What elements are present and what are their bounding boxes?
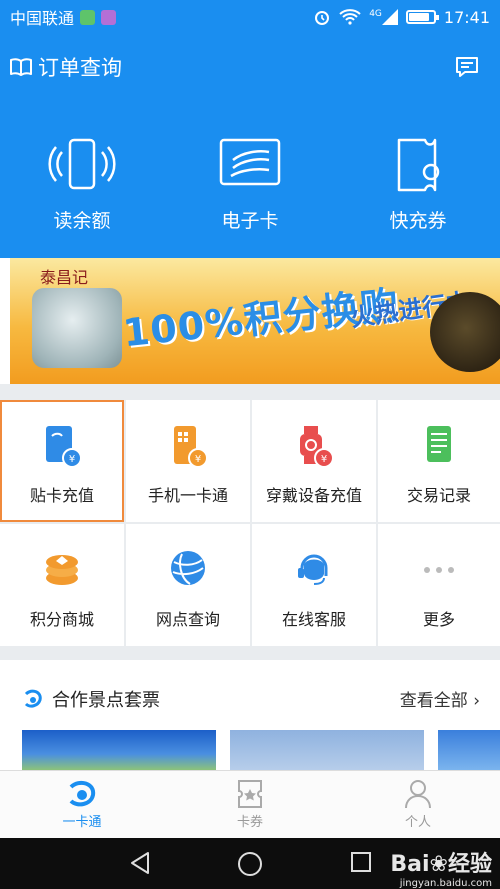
tile-transaction-record-label: 交易记录 (406, 486, 471, 505)
tile-more-label: 更多 (422, 610, 455, 629)
more-icon (424, 567, 454, 573)
quick-read-balance[interactable]: 读余额 (12, 138, 152, 233)
tile-more[interactable]: 更多 (378, 524, 500, 646)
quick-ticket-label: 快充券 (389, 210, 447, 232)
carrier-label: 中国联通 (10, 9, 75, 28)
person-icon (405, 780, 431, 809)
coupon-icon (238, 780, 262, 808)
baidu-watermark: Bai❀经验 jingyan.baidu.com (390, 846, 492, 889)
tile-online-support[interactable]: 在线客服 (252, 524, 376, 646)
banner-brand: 泰昌记 (40, 268, 89, 287)
image-notification-icon (101, 9, 117, 25)
promo-banner[interactable]: 泰昌记 100%积分换购 火热进行中 (10, 258, 500, 384)
phone-card-icon: ¥ (174, 426, 208, 468)
sim-icon (80, 9, 96, 25)
points-mall-icon (46, 555, 78, 585)
globe-icon (171, 551, 205, 585)
app-root: 中国联通 4G 17:41 订单查询 读余额 电子卡 快充券 泰昌记 100%积… (0, 0, 500, 889)
bottom-tab-bar: 一卡通 卡券 个人 (0, 770, 500, 838)
status-bar: 中国联通 4G 17:41 (0, 0, 500, 34)
message-button[interactable] (454, 54, 480, 84)
tile-outlet-query[interactable]: 网点查询 (126, 524, 250, 646)
tile-wearable[interactable]: ¥ 穿戴设备充值 (252, 400, 376, 522)
view-all-label: 查看全部 (399, 691, 468, 711)
tile-card-recharge-label: 贴卡充值 (29, 486, 94, 505)
quick-ecard[interactable]: 电子卡 (180, 138, 320, 233)
tile-online-support-label: 在线客服 (281, 610, 346, 629)
card-recharge-icon: ¥ (46, 426, 82, 468)
feature-grid: ¥ 贴卡充值 ¥ 手机一卡通 ¥ 穿戴设备充值 交易记录 积分商城 网点查询 在… (0, 384, 500, 660)
wifi-icon (339, 9, 361, 25)
section-title-label: 合作景点套票 (52, 690, 160, 711)
banner-tea-cake-image (430, 292, 500, 372)
section-title: 合作景点套票 (22, 686, 160, 712)
signal-icon (381, 9, 398, 25)
scenic-thumb[interactable] (230, 730, 424, 770)
tile-phone-card-label: 手机一卡通 (147, 486, 228, 505)
scenic-thumb[interactable] (22, 730, 216, 770)
support-icon (298, 554, 328, 585)
tile-wearable-label: 穿戴设备充值 (265, 486, 362, 505)
banner-plate-image (32, 288, 122, 368)
svg-text:¥: ¥ (321, 454, 327, 465)
svg-text:¥: ¥ (69, 454, 75, 465)
quick-read-balance-label: 读余额 (53, 210, 111, 232)
scenic-tickets-section: 合作景点套票 查看全部 › (0, 672, 500, 770)
tab-personal[interactable]: 个人 (358, 779, 478, 830)
tile-phone-card[interactable]: ¥ 手机一卡通 (126, 400, 250, 522)
tab-personal-label: 个人 (404, 815, 431, 830)
ecard-icon (219, 138, 281, 186)
header: 订单查询 读余额 电子卡 快充券 (0, 34, 500, 258)
back-icon[interactable] (128, 851, 152, 875)
recents-icon[interactable] (350, 851, 372, 873)
tab-coupon[interactable]: 卡券 (190, 779, 310, 830)
paw-icon: ❀ (429, 852, 448, 877)
quick-ecard-label: 电子卡 (221, 210, 279, 232)
alarm-icon (315, 11, 330, 25)
view-all-link[interactable]: 查看全部 › (400, 686, 480, 711)
watermark-url: jingyan.baidu.com (399, 878, 492, 889)
tile-transaction-record[interactable]: 交易记录 (378, 400, 500, 522)
watermark-brand: Bai (390, 852, 430, 877)
scenic-thumb[interactable] (438, 730, 500, 770)
message-icon (456, 57, 478, 77)
clock: 17:41 (443, 7, 490, 27)
watermark-brand2: 经验 (447, 852, 492, 877)
home-icon[interactable] (237, 851, 263, 877)
order-query-button[interactable]: 订单查询 (10, 52, 122, 82)
tab-coupon-label: 卡券 (236, 815, 263, 830)
book-icon (10, 58, 32, 76)
yikatong-icon (69, 780, 96, 807)
tile-card-recharge[interactable]: ¥ 贴卡充值 (0, 400, 124, 522)
record-icon (427, 426, 451, 462)
tile-points-mall-label: 积分商城 (29, 610, 94, 629)
chevron-right-icon: › (473, 691, 480, 711)
tab-yikatong[interactable]: 一卡通 (22, 779, 142, 830)
tile-points-mall[interactable]: 积分商城 (0, 524, 124, 646)
phone-nfc-icon (48, 138, 116, 190)
quick-ticket[interactable]: 快充券 (348, 138, 488, 233)
wearable-icon: ¥ (300, 426, 334, 468)
ticket-icon (397, 138, 440, 192)
network-type: 4G (369, 9, 382, 19)
tile-outlet-query-label: 网点查询 (155, 610, 220, 629)
order-query-label: 订单查询 (38, 56, 122, 80)
svg-text:¥: ¥ (195, 454, 201, 465)
battery-icon (405, 10, 439, 24)
tab-yikatong-label: 一卡通 (62, 815, 102, 830)
yikatong-logo-icon (24, 689, 42, 708)
system-nav-bar: Bai❀经验 jingyan.baidu.com (0, 838, 500, 889)
